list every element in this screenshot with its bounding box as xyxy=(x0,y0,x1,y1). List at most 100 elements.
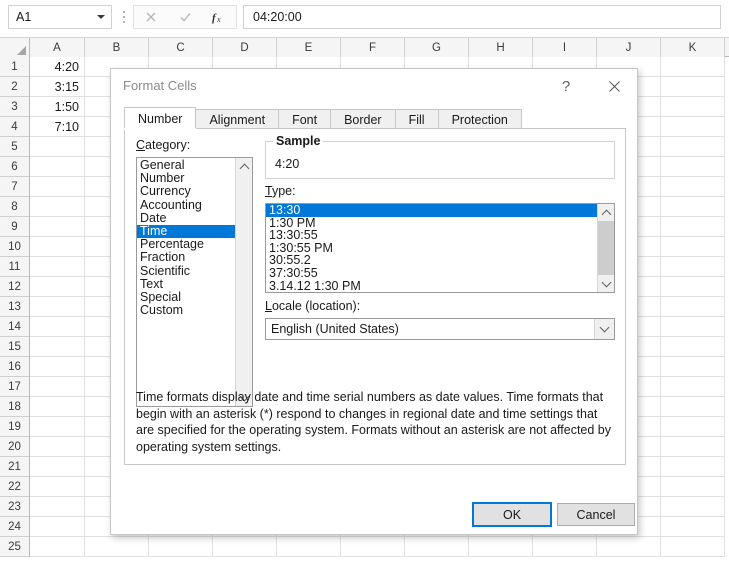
cell-k13[interactable] xyxy=(661,297,725,317)
cell-c25[interactable] xyxy=(149,537,213,557)
row-header-22[interactable]: 22 xyxy=(0,477,29,497)
cancel-button[interactable]: Cancel xyxy=(557,503,635,526)
column-header-b[interactable]: B xyxy=(85,38,149,57)
cell-a23[interactable] xyxy=(30,497,85,517)
type-listbox[interactable]: 13:30 1:30 PM 13:30:55 1:30:55 PM 30:55.2 37:… xyxy=(265,203,615,293)
cell-a25[interactable] xyxy=(30,537,85,557)
cell-k6[interactable] xyxy=(661,157,725,177)
cancel-entry-button[interactable] xyxy=(134,6,168,28)
formula-bar-grip[interactable] xyxy=(120,8,128,26)
cell-k9[interactable] xyxy=(661,217,725,237)
cell-a15[interactable] xyxy=(30,337,85,357)
category-item-accounting[interactable]: Accounting xyxy=(137,198,235,212)
cell-a11[interactable] xyxy=(30,257,85,277)
column-header-c[interactable]: C xyxy=(149,38,213,57)
cell-h25[interactable] xyxy=(469,537,533,557)
cell-k10[interactable] xyxy=(661,237,725,257)
cell-k16[interactable] xyxy=(661,357,725,377)
tab-alignment[interactable]: Alignment xyxy=(195,109,280,129)
row-header-21[interactable]: 21 xyxy=(0,457,29,477)
cell-k4[interactable] xyxy=(661,117,725,137)
cell-e25[interactable] xyxy=(277,537,341,557)
cell-a20[interactable] xyxy=(30,437,85,457)
row-header-8[interactable]: 8 xyxy=(0,197,29,217)
row-header-25[interactable]: 25 xyxy=(0,537,29,557)
cell-d25[interactable] xyxy=(213,537,277,557)
tab-font[interactable]: Font xyxy=(278,109,332,129)
cell-k24[interactable] xyxy=(661,517,725,537)
type-item-6[interactable]: 3.14.12 1:30 PM xyxy=(266,279,597,292)
tab-fill[interactable]: Fill xyxy=(394,109,439,129)
dialog-help-button[interactable]: ? xyxy=(551,73,581,99)
column-header-a[interactable]: A xyxy=(30,38,85,57)
cell-a22[interactable] xyxy=(30,477,85,497)
row-header-6[interactable]: 6 xyxy=(0,157,29,177)
cell-k2[interactable] xyxy=(661,77,725,97)
cell-k25[interactable] xyxy=(661,537,725,557)
locale-combobox[interactable]: English (United States) xyxy=(265,318,615,340)
column-header-j[interactable]: J xyxy=(597,38,661,57)
row-header-16[interactable]: 16 xyxy=(0,357,29,377)
cell-k12[interactable] xyxy=(661,277,725,297)
scrollbar-thumb[interactable] xyxy=(598,221,614,277)
row-header-13[interactable]: 13 xyxy=(0,297,29,317)
scroll-up-button[interactable] xyxy=(598,204,614,221)
cell-a18[interactable] xyxy=(30,397,85,417)
cell-i25[interactable] xyxy=(533,537,597,557)
column-header-g[interactable]: G xyxy=(405,38,469,57)
category-item-custom[interactable]: Custom xyxy=(137,303,235,317)
name-box[interactable]: A1 xyxy=(8,5,112,29)
tab-number[interactable]: Number xyxy=(124,107,197,129)
column-header-i[interactable]: I xyxy=(533,38,597,57)
name-box-dropdown-arrow[interactable] xyxy=(91,6,111,28)
category-item-date[interactable]: Date xyxy=(137,211,235,225)
column-header-h[interactable]: H xyxy=(469,38,533,57)
cell-a12[interactable] xyxy=(30,277,85,297)
cell-a19[interactable] xyxy=(30,417,85,437)
cell-k15[interactable] xyxy=(661,337,725,357)
cell-a10[interactable] xyxy=(30,237,85,257)
category-item-text[interactable]: Text xyxy=(137,277,235,291)
cell-k18[interactable] xyxy=(661,397,725,417)
cell-k14[interactable] xyxy=(661,317,725,337)
cell-a2[interactable]: 3:15 xyxy=(30,77,85,97)
cell-k7[interactable] xyxy=(661,177,725,197)
cell-k11[interactable] xyxy=(661,257,725,277)
category-item-scientific[interactable]: Scientific xyxy=(137,264,235,278)
cell-k5[interactable] xyxy=(661,137,725,157)
category-scrollbar[interactable] xyxy=(235,158,252,406)
cell-k20[interactable] xyxy=(661,437,725,457)
row-header-19[interactable]: 19 xyxy=(0,417,29,437)
cell-k19[interactable] xyxy=(661,417,725,437)
cell-k3[interactable] xyxy=(661,97,725,117)
column-header-f[interactable]: F xyxy=(341,38,405,57)
type-item-5[interactable]: 37:30:55 xyxy=(266,267,597,280)
row-header-7[interactable]: 7 xyxy=(0,177,29,197)
confirm-entry-button[interactable] xyxy=(168,6,202,28)
cell-a21[interactable] xyxy=(30,457,85,477)
type-items[interactable]: 13:30 1:30 PM 13:30:55 1:30:55 PM 30:55.2 37:… xyxy=(266,204,597,292)
locale-dropdown-button[interactable] xyxy=(594,319,614,339)
cell-a1[interactable]: 4:20 xyxy=(30,57,85,77)
type-scrollbar[interactable] xyxy=(597,204,614,292)
select-all-corner[interactable] xyxy=(0,38,30,57)
row-header-20[interactable]: 20 xyxy=(0,437,29,457)
cell-k17[interactable] xyxy=(661,377,725,397)
type-item-0[interactable]: 13:30 xyxy=(266,204,597,217)
cell-k21[interactable] xyxy=(661,457,725,477)
tab-protection[interactable]: Protection xyxy=(437,109,522,129)
row-header-3[interactable]: 3 xyxy=(0,97,29,117)
category-listbox[interactable]: General Number Currency Accounting Date Time P… xyxy=(136,157,253,407)
category-items[interactable]: General Number Currency Accounting Date Time P… xyxy=(137,158,235,406)
row-header-5[interactable]: 5 xyxy=(0,137,29,157)
tab-border[interactable]: Border xyxy=(330,109,396,129)
cell-a16[interactable] xyxy=(30,357,85,377)
row-header-17[interactable]: 17 xyxy=(0,377,29,397)
row-header-15[interactable]: 15 xyxy=(0,337,29,357)
cell-b25[interactable] xyxy=(85,537,149,557)
row-header-12[interactable]: 12 xyxy=(0,277,29,297)
row-header-2[interactable]: 2 xyxy=(0,77,29,97)
scroll-up-button[interactable] xyxy=(236,158,252,175)
column-header-d[interactable]: D xyxy=(213,38,277,57)
row-header-10[interactable]: 10 xyxy=(0,237,29,257)
